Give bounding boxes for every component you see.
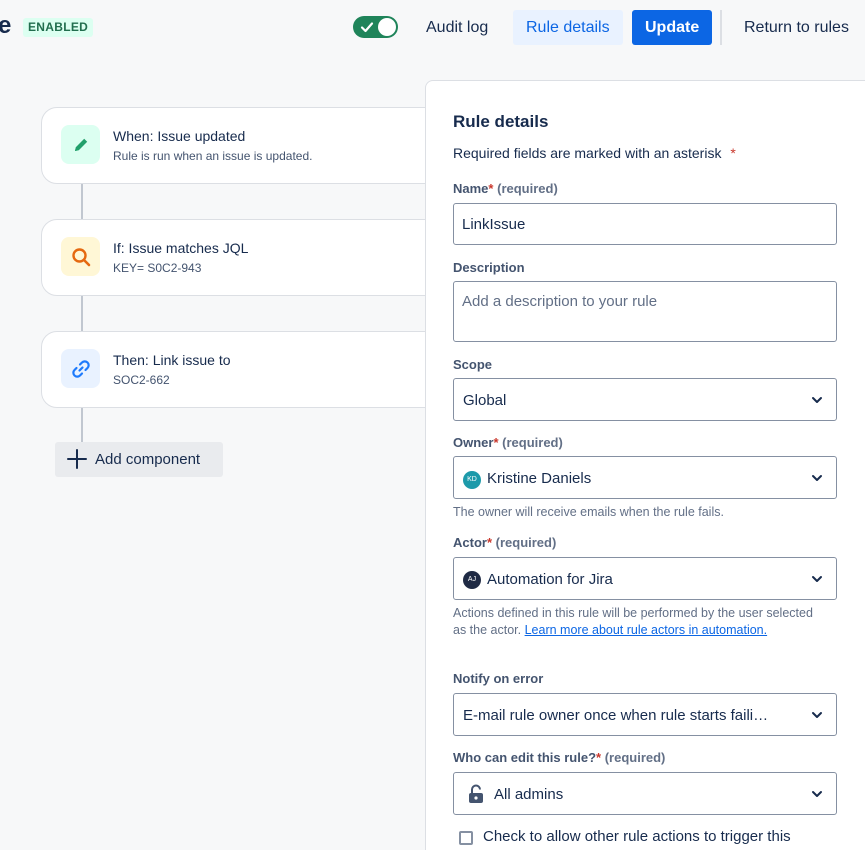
- label-text: Actor: [453, 535, 487, 550]
- flow-connector: [81, 183, 83, 219]
- actor-label: Actor* (required): [453, 535, 556, 550]
- required-suffix: (required): [497, 181, 558, 196]
- action-icon-box: [61, 349, 100, 388]
- rule-details-button[interactable]: Rule details: [513, 10, 623, 45]
- required-suffix: (required): [495, 535, 557, 550]
- label-text: Owner: [453, 435, 494, 450]
- chevron-down-icon: [812, 790, 822, 797]
- name-value: LinkIssue: [462, 216, 526, 233]
- avatar: KD: [463, 471, 481, 489]
- description-placeholder: Add a description to your rule: [462, 293, 658, 310]
- who-can-edit-label: Who can edit this rule?* (required): [453, 750, 665, 765]
- audit-log-button[interactable]: Audit log: [413, 10, 501, 45]
- add-component-label: Add component: [95, 451, 201, 468]
- update-button[interactable]: Update: [632, 10, 713, 45]
- notify-label: Notify on error: [453, 671, 544, 686]
- status-badge: ENABLED: [23, 18, 94, 37]
- owner-label: Owner* (required): [453, 435, 563, 450]
- chevron-down-icon: [812, 711, 822, 718]
- step-title: Then: Link issue to: [113, 352, 231, 368]
- actor-helper-text: Actions defined in this rule will be per…: [453, 605, 813, 639]
- flow-step-condition[interactable]: If: Issue matches JQL KEY= S0C2-943: [41, 219, 441, 296]
- flow-connector: [81, 407, 83, 443]
- who-can-edit-select[interactable]: All admins: [453, 772, 837, 815]
- return-to-rules-button[interactable]: Return to rules: [731, 10, 862, 45]
- step-title: If: Issue matches JQL: [113, 240, 249, 256]
- pencil-icon: [74, 138, 87, 151]
- required-note-text: Required fields are marked with an aster…: [453, 145, 722, 161]
- rule-header: e ENABLED Audit log Rule details Update …: [0, 0, 865, 56]
- flow-connector: [81, 295, 83, 331]
- add-component-button[interactable]: Add component: [55, 442, 223, 477]
- check-icon: [360, 22, 374, 33]
- required-suffix: (required): [502, 435, 563, 450]
- label-text: Who can edit this rule?: [453, 750, 597, 765]
- description-label: Description: [453, 260, 525, 275]
- step-subtitle: KEY= S0C2-943: [113, 261, 202, 275]
- description-field[interactable]: Add a description to your rule: [453, 281, 837, 342]
- header-divider: [720, 10, 722, 45]
- asterisk: *: [730, 145, 736, 161]
- scope-label: Scope: [453, 357, 493, 372]
- toggle-knob: [378, 18, 396, 36]
- allow-trigger-label: Check to allow other rule actions to tri…: [483, 828, 791, 845]
- rule-details-panel: Rule details Required fields are marked …: [425, 80, 865, 850]
- notify-value: E-mail rule owner once when rule starts …: [463, 707, 769, 724]
- name-field[interactable]: LinkIssue: [453, 203, 837, 245]
- panel-title: Rule details: [453, 112, 549, 131]
- search-icon: [71, 247, 90, 266]
- owner-value: Kristine Daniels: [487, 470, 592, 487]
- scope-select[interactable]: Global: [453, 378, 837, 421]
- name-label: Name* (required): [453, 181, 558, 196]
- allow-trigger-checkbox[interactable]: [459, 831, 473, 845]
- learn-more-link[interactable]: Learn more about rule actors in automati…: [525, 623, 768, 637]
- label-text: Name: [453, 181, 489, 196]
- link-icon: [71, 359, 90, 378]
- asterisk: *: [488, 181, 494, 196]
- asterisk: *: [486, 535, 493, 550]
- asterisk: *: [493, 435, 499, 450]
- flow-step-action[interactable]: Then: Link issue to SOC2-662: [41, 331, 441, 408]
- trigger-icon-box: [61, 125, 100, 164]
- actor-select[interactable]: AJ Automation for Jira: [453, 557, 837, 600]
- asterisk: *: [596, 750, 602, 765]
- plus-icon: [67, 449, 87, 469]
- chevron-down-icon: [812, 474, 822, 481]
- chevron-down-icon: [812, 575, 822, 582]
- owner-select[interactable]: KD Kristine Daniels: [453, 456, 837, 499]
- chevron-down-icon: [812, 396, 822, 403]
- owner-helper-text: The owner will receive emails when the r…: [453, 505, 724, 519]
- flow-step-trigger[interactable]: When: Issue updated Rule is run when an …: [41, 107, 441, 184]
- condition-icon-box: [61, 237, 100, 276]
- actor-value: Automation for Jira: [487, 571, 613, 588]
- step-title: When: Issue updated: [113, 128, 246, 144]
- who-can-edit-value: All admins: [494, 786, 564, 803]
- unlock-icon: [469, 784, 483, 803]
- required-suffix: (required): [604, 750, 666, 765]
- scope-value: Global: [463, 392, 507, 409]
- rule-title-fragment: e: [0, 12, 12, 39]
- step-subtitle: Rule is run when an issue is updated.: [113, 149, 313, 163]
- avatar: AJ: [463, 571, 481, 589]
- required-fields-note: Required fields are marked with an aster…: [453, 145, 736, 161]
- notify-select[interactable]: E-mail rule owner once when rule starts …: [453, 693, 837, 736]
- step-subtitle: SOC2-662: [113, 373, 170, 387]
- rule-enabled-toggle[interactable]: [353, 16, 398, 38]
